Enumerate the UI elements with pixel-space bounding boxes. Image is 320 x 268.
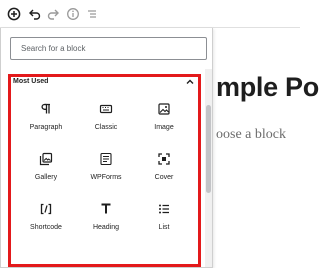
block-label: Cover bbox=[154, 174, 174, 181]
block-label: List bbox=[158, 224, 170, 231]
block-heading[interactable]: Heading bbox=[81, 202, 131, 246]
section-title: Most Used bbox=[13, 78, 49, 85]
block-image[interactable]: Image bbox=[139, 102, 189, 146]
editor-canvas bbox=[205, 28, 300, 268]
shortcode-icon bbox=[39, 202, 53, 216]
search-field[interactable] bbox=[10, 37, 207, 60]
keyboard-icon bbox=[99, 102, 113, 116]
heading-icon bbox=[99, 202, 113, 216]
image-icon bbox=[157, 102, 171, 116]
block-inserter-panel: Most Used Paragraph Classic Image Galler… bbox=[0, 28, 213, 268]
block-label: WPForms bbox=[90, 174, 122, 181]
block-label: Paragraph bbox=[29, 124, 63, 131]
block-shortcode[interactable]: Shortcode bbox=[21, 202, 71, 246]
block-label: Shortcode bbox=[30, 224, 62, 231]
gallery-icon bbox=[39, 152, 53, 166]
list-view-icon[interactable] bbox=[83, 5, 101, 23]
block-wpforms[interactable]: WPForms bbox=[81, 152, 131, 196]
search-input[interactable] bbox=[11, 38, 206, 59]
wpforms-icon bbox=[99, 152, 113, 166]
block-classic[interactable]: Classic bbox=[81, 102, 131, 146]
post-title[interactable]: mple Po bbox=[216, 72, 319, 103]
block-gallery[interactable]: Gallery bbox=[21, 152, 71, 196]
chevron-up-icon[interactable] bbox=[185, 77, 195, 87]
cover-icon bbox=[157, 152, 171, 166]
block-label: Gallery bbox=[34, 174, 58, 181]
block-list[interactable]: List bbox=[139, 202, 189, 246]
scrollbar[interactable] bbox=[205, 69, 212, 267]
paragraph-icon bbox=[39, 102, 53, 116]
block-paragraph[interactable]: Paragraph bbox=[21, 102, 71, 146]
list-icon bbox=[157, 202, 171, 216]
block-label: Image bbox=[154, 124, 174, 131]
add-block-icon[interactable] bbox=[5, 5, 23, 23]
block-prompt[interactable]: oose a block bbox=[216, 127, 286, 143]
editor-toolbar bbox=[0, 0, 300, 28]
redo-icon[interactable] bbox=[44, 5, 62, 23]
section-header-most-used[interactable]: Most Used bbox=[13, 77, 195, 89]
scrollbar-thumb[interactable] bbox=[206, 105, 211, 193]
block-label: Classic bbox=[94, 124, 118, 131]
block-label: Heading bbox=[92, 224, 120, 231]
block-cover[interactable]: Cover bbox=[139, 152, 189, 196]
info-icon[interactable] bbox=[64, 5, 82, 23]
undo-icon[interactable] bbox=[26, 5, 44, 23]
